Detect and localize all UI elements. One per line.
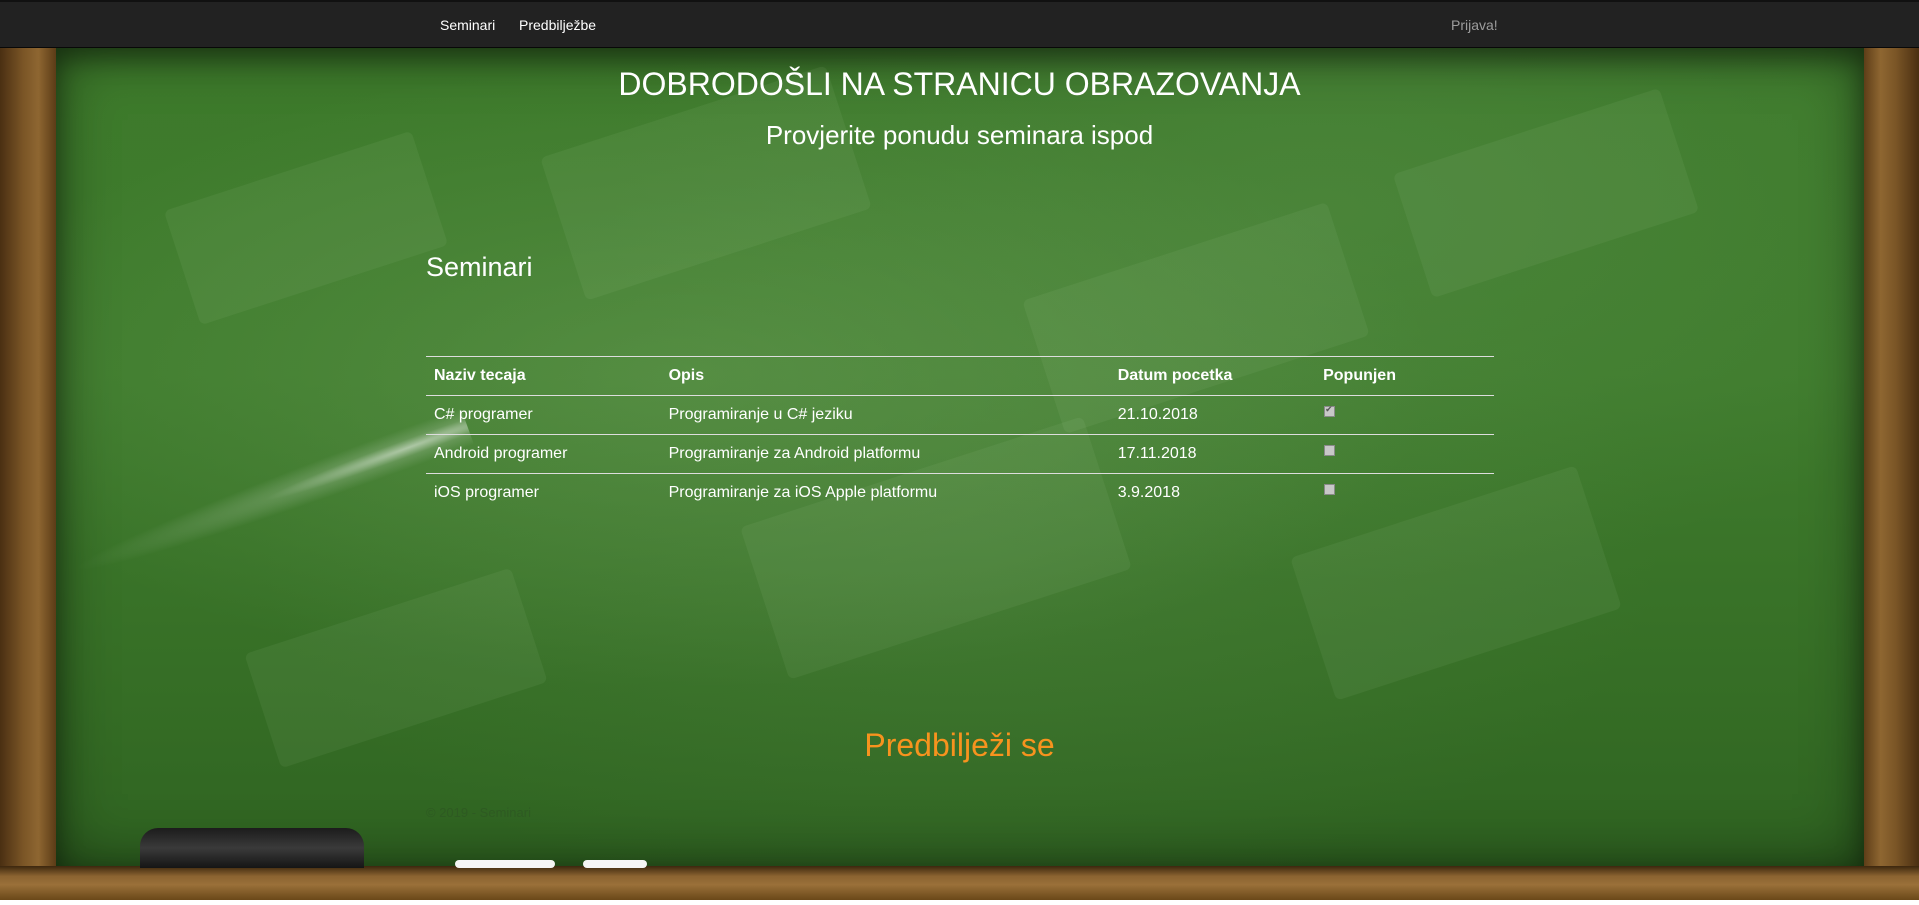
- cell-naziv: C# programer: [426, 395, 661, 435]
- section-title: Seminari: [426, 252, 533, 282]
- nav-link-prijava[interactable]: Prijava!: [1451, 2, 1498, 48]
- cell-opis: Programiranje za Android platformu: [660, 434, 1110, 474]
- eraser-image: [140, 828, 364, 868]
- nav-link-seminari[interactable]: Seminari: [440, 2, 495, 48]
- cell-popunjen: [1315, 474, 1494, 513]
- cell-datum: 3.9.2018: [1117, 484, 1180, 501]
- chalk-smudge: [163, 130, 449, 326]
- chalk-stick-image: [583, 860, 647, 868]
- cell-datum: 21.10.2018: [1109, 395, 1316, 435]
- cell-opis: Programiranje u C# jeziku: [660, 395, 1110, 435]
- cell-popunjen: [1315, 434, 1494, 474]
- table-header-row: Naziv tecaja Opis Datum pocetka Popunjen: [426, 356, 1494, 396]
- popunjen-checkbox: [1324, 484, 1336, 495]
- table-row: C# programer Programiranje u C# jeziku 2…: [426, 395, 1494, 435]
- table-row: iOS programer Programiranje za iOS Apple…: [426, 474, 1494, 513]
- seminars-table: Naziv tecaja Opis Datum pocetka Popunjen…: [426, 356, 1494, 512]
- cell-naziv: iOS programer: [434, 484, 539, 501]
- cell-naziv: Android programer: [426, 434, 661, 474]
- popunjen-checkbox: [1324, 445, 1336, 456]
- predbiljezi-se-link[interactable]: Predbilježi se: [0, 727, 1919, 764]
- chalk-stick-image: [455, 860, 555, 868]
- nav-link-predbiljezbe[interactable]: Predbilježbe: [519, 2, 596, 48]
- cell-opis: Programiranje za iOS Apple platformu: [668, 484, 938, 501]
- column-header-naziv: Naziv tecaja: [426, 356, 661, 396]
- popunjen-checkbox: [1324, 404, 1336, 417]
- page-subtitle: Provjerite ponudu seminara ispod: [765, 120, 1154, 150]
- page-title: DOBRODOŠLI NA STRANICU OBRAZOVANJA: [618, 66, 1301, 102]
- table-row: Android programer Programiranje za Andro…: [426, 434, 1494, 474]
- footer-copyright: © 2019 - Seminari: [426, 805, 531, 820]
- column-header-datum: Datum pocetka: [1109, 356, 1316, 396]
- column-header-opis: Opis: [660, 356, 1110, 396]
- top-navbar: Seminari Predbilježbe Prijava!: [0, 0, 1919, 48]
- cell-datum: 17.11.2018: [1109, 434, 1316, 474]
- cell-popunjen: [1315, 395, 1494, 435]
- board-frame-bottom: [0, 866, 1919, 900]
- column-header-popunjen: Popunjen: [1315, 356, 1494, 396]
